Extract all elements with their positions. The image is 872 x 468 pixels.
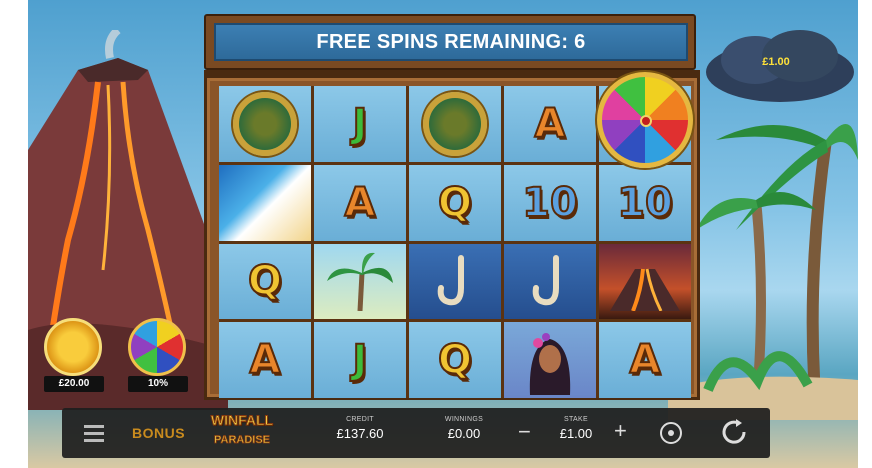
game-logo: WINFALL PARADISE: [210, 404, 274, 458]
reel-cell-palm-tree: [314, 243, 406, 320]
reel-cell-turtle-coin: [219, 86, 311, 162]
reel-cell-island-woman: [504, 322, 596, 398]
control-bar: BONUS WINFALL PARADISE CREDIT £137.60 WI…: [62, 408, 770, 458]
reel-cell-q: Q: [409, 322, 501, 398]
fish-hook-icon: [532, 255, 559, 306]
winnings-label: WINNINGS: [444, 416, 484, 423]
reel-cell-a: A: [504, 86, 596, 162]
reel-cell-volcano: [599, 243, 691, 320]
stake-decrease-button[interactable]: −: [518, 419, 531, 445]
spin-button[interactable]: [718, 416, 750, 448]
autoplay-button[interactable]: [660, 422, 682, 444]
reel-cell-a: A: [219, 322, 311, 398]
bonus-wheel-icon: [597, 72, 693, 168]
stake-increase-button[interactable]: +: [614, 418, 627, 444]
bonus-button[interactable]: BONUS: [132, 425, 185, 441]
reel-cell-turtle-coin: [409, 86, 501, 162]
island-woman-icon: [529, 333, 571, 396]
reel-cell-q: Q: [219, 243, 311, 320]
turtle-coin-icon: [423, 91, 487, 156]
winnings-value: £0.00: [447, 426, 481, 441]
reel-cell-10: 10: [504, 164, 596, 241]
volcano-icon: [610, 269, 680, 312]
reel-cell-a: A: [314, 164, 406, 241]
reel-cell-q: Q: [409, 164, 501, 241]
fish-hook-icon: [437, 255, 464, 306]
volcano-bonus-value: £20.00: [44, 376, 104, 392]
palm-tree-icon: [327, 253, 393, 312]
stake-value: £1.00: [559, 426, 593, 441]
turtle-coin-icon: [233, 91, 297, 156]
stake-display: STAKE £1.00: [546, 416, 606, 441]
stake-label: STAKE: [564, 416, 588, 423]
game-scene: £1.00 £20.00 10% FREE SPINS REMAINING: 6…: [28, 0, 858, 468]
volcano-bonus-coin: [44, 318, 102, 376]
credit-label: CREDIT: [346, 416, 374, 423]
free-spins-text: FREE SPINS REMAINING: 6: [214, 23, 688, 61]
reel-cell-10: 10: [599, 164, 691, 241]
reel-cell-j: J: [314, 322, 406, 398]
wheel-bonus-value: 10%: [128, 376, 188, 392]
reel-cell-j: J: [314, 86, 406, 162]
cloud-value: £1.00: [762, 56, 790, 68]
logo-line-2: PARADISE: [213, 434, 271, 447]
credit-value: £137.60: [336, 426, 384, 441]
winnings-display: WINNINGS £0.00: [424, 416, 504, 441]
credit-display: CREDIT £137.60: [320, 416, 400, 441]
reel-cell-a: A: [599, 322, 691, 398]
reel-cell-fish-hook: [409, 243, 501, 320]
menu-icon[interactable]: [84, 425, 104, 442]
reel-board: J A A Q 10 10 Q A J Q A: [204, 70, 700, 400]
wheel-bonus-coin: [128, 318, 186, 376]
reel-cell-fish-hook: [504, 243, 596, 320]
wheel-hub: [640, 115, 652, 127]
logo-line-1: WINFALL: [210, 412, 274, 429]
free-spins-banner: FREE SPINS REMAINING: 6: [204, 14, 696, 70]
autoplay-icon: [668, 430, 674, 436]
reel-cell-wave: [219, 164, 311, 241]
